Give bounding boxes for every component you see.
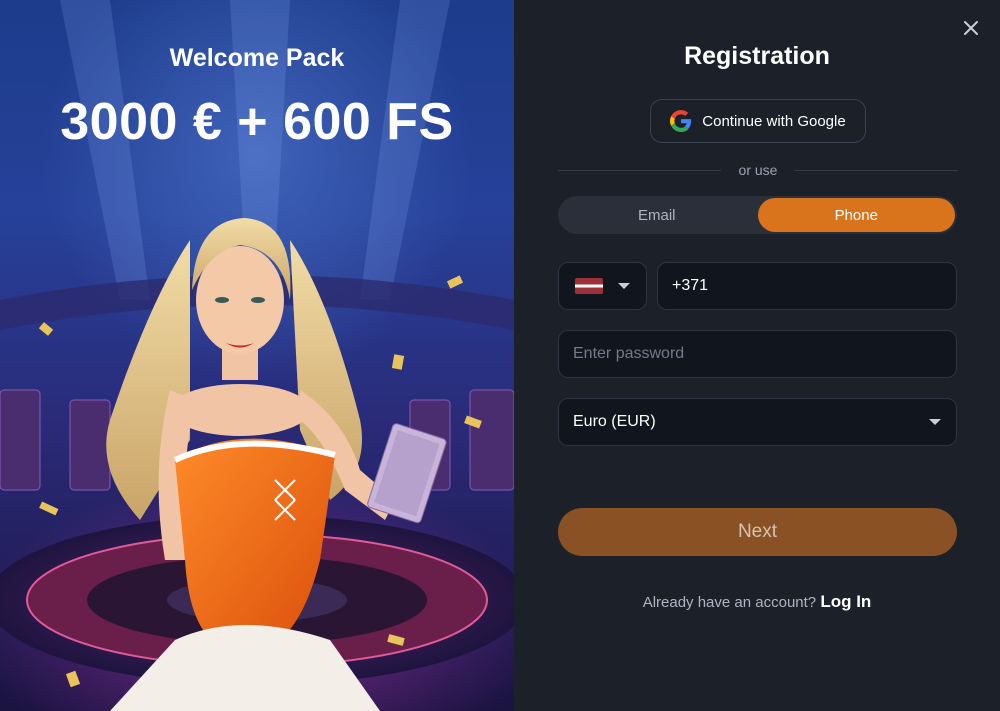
or-divider: or use	[558, 160, 959, 180]
country-code-select[interactable]	[558, 262, 647, 310]
divider-line	[558, 169, 721, 171]
currency-select[interactable]: Euro (EUR)	[558, 398, 957, 446]
login-prompt: Already have an account?	[642, 594, 817, 611]
login-prompt-row: Already have an account? Log In	[514, 592, 1000, 612]
promo-amount: 3000 € + 600 FS	[60, 93, 454, 151]
latvia-flag-icon	[574, 278, 603, 294]
form-title: Registration	[684, 42, 830, 70]
signup-method-toggle: Email Phone	[558, 196, 957, 234]
chevron-down-icon	[617, 283, 630, 289]
google-icon	[670, 110, 692, 132]
password-field[interactable]	[558, 330, 957, 378]
close-icon	[964, 21, 978, 35]
next-button[interactable]: Next	[558, 508, 957, 556]
registration-panel: Registration Continue with Google or use…	[514, 0, 1000, 711]
phone-input[interactable]	[672, 277, 942, 295]
currency-value: Euro (EUR)	[573, 413, 656, 430]
google-button-label: Continue with Google	[702, 112, 846, 130]
chevron-down-icon	[929, 419, 941, 425]
tab-email[interactable]: Email	[558, 196, 756, 234]
close-button[interactable]	[960, 17, 982, 39]
divider-line	[795, 169, 959, 171]
promo-title: Welcome Pack	[169, 44, 345, 72]
tab-phone[interactable]: Phone	[757, 198, 955, 232]
phone-field[interactable]	[657, 262, 957, 310]
login-link[interactable]: Log In	[820, 592, 871, 611]
divider-text: or use	[738, 162, 778, 178]
password-input[interactable]	[573, 345, 942, 363]
google-signin-button[interactable]: Continue with Google	[650, 99, 866, 143]
promo-panel: Welcome Pack 3000 € + 600 FS	[0, 0, 514, 711]
